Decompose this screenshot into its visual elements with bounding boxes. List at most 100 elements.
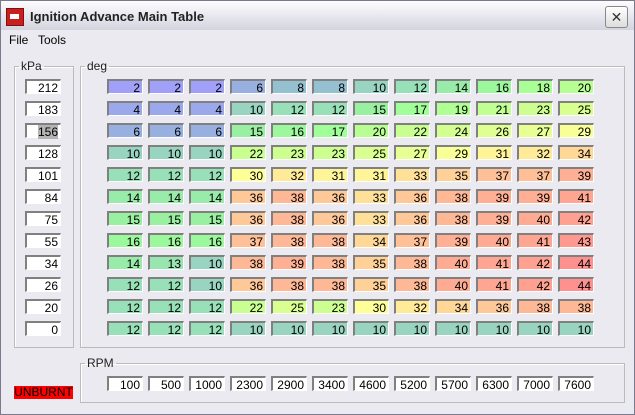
table-cell[interactable]: 10 — [394, 321, 430, 337]
kpa-input[interactable]: 212 — [25, 79, 61, 95]
table-cell[interactable]: 6 — [230, 79, 266, 95]
table-cell[interactable]: 37 — [517, 167, 553, 183]
table-cell[interactable]: 12 — [148, 321, 184, 337]
table-cell[interactable]: 32 — [517, 145, 553, 161]
kpa-input[interactable]: 128 — [25, 145, 61, 161]
table-cell[interactable]: 6 — [148, 123, 184, 139]
table-cell[interactable]: 30 — [353, 299, 389, 315]
table-cell[interactable]: 39 — [271, 255, 307, 271]
table-cell[interactable]: 22 — [394, 123, 430, 139]
table-cell[interactable]: 36 — [476, 299, 512, 315]
menu-tools[interactable]: Tools — [38, 33, 66, 47]
table-cell[interactable]: 12 — [148, 299, 184, 315]
kpa-input[interactable]: 0 — [25, 321, 61, 337]
rpm-input[interactable]: 6300 — [476, 376, 512, 392]
kpa-input[interactable]: 75 — [25, 211, 61, 227]
table-cell[interactable]: 31 — [312, 167, 348, 183]
table-cell[interactable]: 42 — [517, 255, 553, 271]
table-cell[interactable]: 10 — [230, 321, 266, 337]
table-cell[interactable]: 41 — [476, 277, 512, 293]
table-cell[interactable]: 22 — [230, 299, 266, 315]
table-cell[interactable]: 20 — [353, 123, 389, 139]
table-cell[interactable]: 35 — [353, 277, 389, 293]
table-cell[interactable]: 36 — [230, 277, 266, 293]
table-cell[interactable]: 32 — [271, 167, 307, 183]
table-cell[interactable]: 41 — [517, 233, 553, 249]
table-cell[interactable]: 31 — [476, 145, 512, 161]
table-cell[interactable]: 4 — [148, 101, 184, 117]
rpm-input[interactable]: 4600 — [353, 376, 389, 392]
table-cell[interactable]: 40 — [435, 255, 471, 271]
table-cell[interactable]: 38 — [394, 255, 430, 271]
table-cell[interactable]: 12 — [189, 321, 225, 337]
table-cell[interactable]: 14 — [148, 189, 184, 205]
kpa-input[interactable]: 26 — [25, 277, 61, 293]
table-cell[interactable]: 33 — [353, 211, 389, 227]
table-cell[interactable]: 10 — [189, 145, 225, 161]
table-cell[interactable]: 27 — [394, 145, 430, 161]
rpm-input[interactable]: 500 — [148, 376, 184, 392]
table-cell[interactable]: 38 — [312, 277, 348, 293]
rpm-input[interactable]: 7000 — [517, 376, 553, 392]
table-cell[interactable]: 39 — [517, 189, 553, 205]
table-cell[interactable]: 21 — [476, 101, 512, 117]
table-cell[interactable]: 38 — [435, 189, 471, 205]
table-cell[interactable]: 24 — [435, 123, 471, 139]
table-cell[interactable]: 12 — [107, 299, 143, 315]
table-cell[interactable]: 14 — [107, 255, 143, 271]
table-cell[interactable]: 34 — [435, 299, 471, 315]
table-cell[interactable]: 38 — [230, 255, 266, 271]
table-cell[interactable]: 2 — [148, 79, 184, 95]
rpm-input[interactable]: 100 — [107, 376, 143, 392]
table-cell[interactable]: 12 — [107, 167, 143, 183]
table-cell[interactable]: 44 — [558, 255, 594, 271]
table-cell[interactable]: 38 — [271, 233, 307, 249]
table-cell[interactable]: 38 — [558, 299, 594, 315]
table-cell[interactable]: 4 — [189, 101, 225, 117]
table-cell[interactable]: 12 — [271, 101, 307, 117]
table-cell[interactable]: 40 — [517, 211, 553, 227]
table-cell[interactable]: 25 — [271, 299, 307, 315]
table-cell[interactable]: 2 — [189, 79, 225, 95]
table-cell[interactable]: 8 — [312, 79, 348, 95]
table-cell[interactable]: 16 — [271, 123, 307, 139]
table-cell[interactable]: 10 — [189, 255, 225, 271]
table-cell[interactable]: 38 — [394, 277, 430, 293]
table-cell[interactable]: 12 — [107, 321, 143, 337]
table-cell[interactable]: 10 — [271, 321, 307, 337]
table-cell[interactable]: 30 — [230, 167, 266, 183]
table-cell[interactable]: 10 — [435, 321, 471, 337]
table-cell[interactable]: 41 — [476, 255, 512, 271]
rpm-input[interactable]: 1000 — [189, 376, 225, 392]
table-cell[interactable]: 10 — [312, 321, 348, 337]
table-cell[interactable]: 38 — [271, 211, 307, 227]
rpm-input[interactable]: 5200 — [394, 376, 430, 392]
table-cell[interactable]: 36 — [230, 189, 266, 205]
table-cell[interactable]: 36 — [312, 211, 348, 227]
kpa-input[interactable]: 20 — [25, 299, 61, 315]
table-cell[interactable]: 42 — [558, 211, 594, 227]
kpa-input[interactable]: 156 — [25, 123, 61, 139]
rpm-input[interactable]: 7600 — [558, 376, 594, 392]
table-cell[interactable]: 26 — [476, 123, 512, 139]
table-cell[interactable]: 23 — [271, 145, 307, 161]
table-cell[interactable]: 10 — [189, 277, 225, 293]
table-cell[interactable]: 12 — [189, 167, 225, 183]
rpm-input[interactable]: 2900 — [271, 376, 307, 392]
table-cell[interactable]: 12 — [148, 167, 184, 183]
rpm-input[interactable]: 2300 — [230, 376, 266, 392]
table-cell[interactable]: 39 — [435, 233, 471, 249]
table-cell[interactable]: 34 — [353, 233, 389, 249]
table-cell[interactable]: 42 — [517, 277, 553, 293]
table-cell[interactable]: 10 — [476, 321, 512, 337]
table-cell[interactable]: 39 — [476, 189, 512, 205]
table-cell[interactable]: 22 — [230, 145, 266, 161]
table-cell[interactable]: 36 — [230, 211, 266, 227]
table-cell[interactable]: 33 — [394, 167, 430, 183]
table-cell[interactable]: 23 — [312, 299, 348, 315]
table-cell[interactable]: 10 — [517, 321, 553, 337]
table-cell[interactable]: 17 — [394, 101, 430, 117]
table-cell[interactable]: 10 — [558, 321, 594, 337]
table-cell[interactable]: 12 — [394, 79, 430, 95]
table-cell[interactable]: 16 — [148, 233, 184, 249]
